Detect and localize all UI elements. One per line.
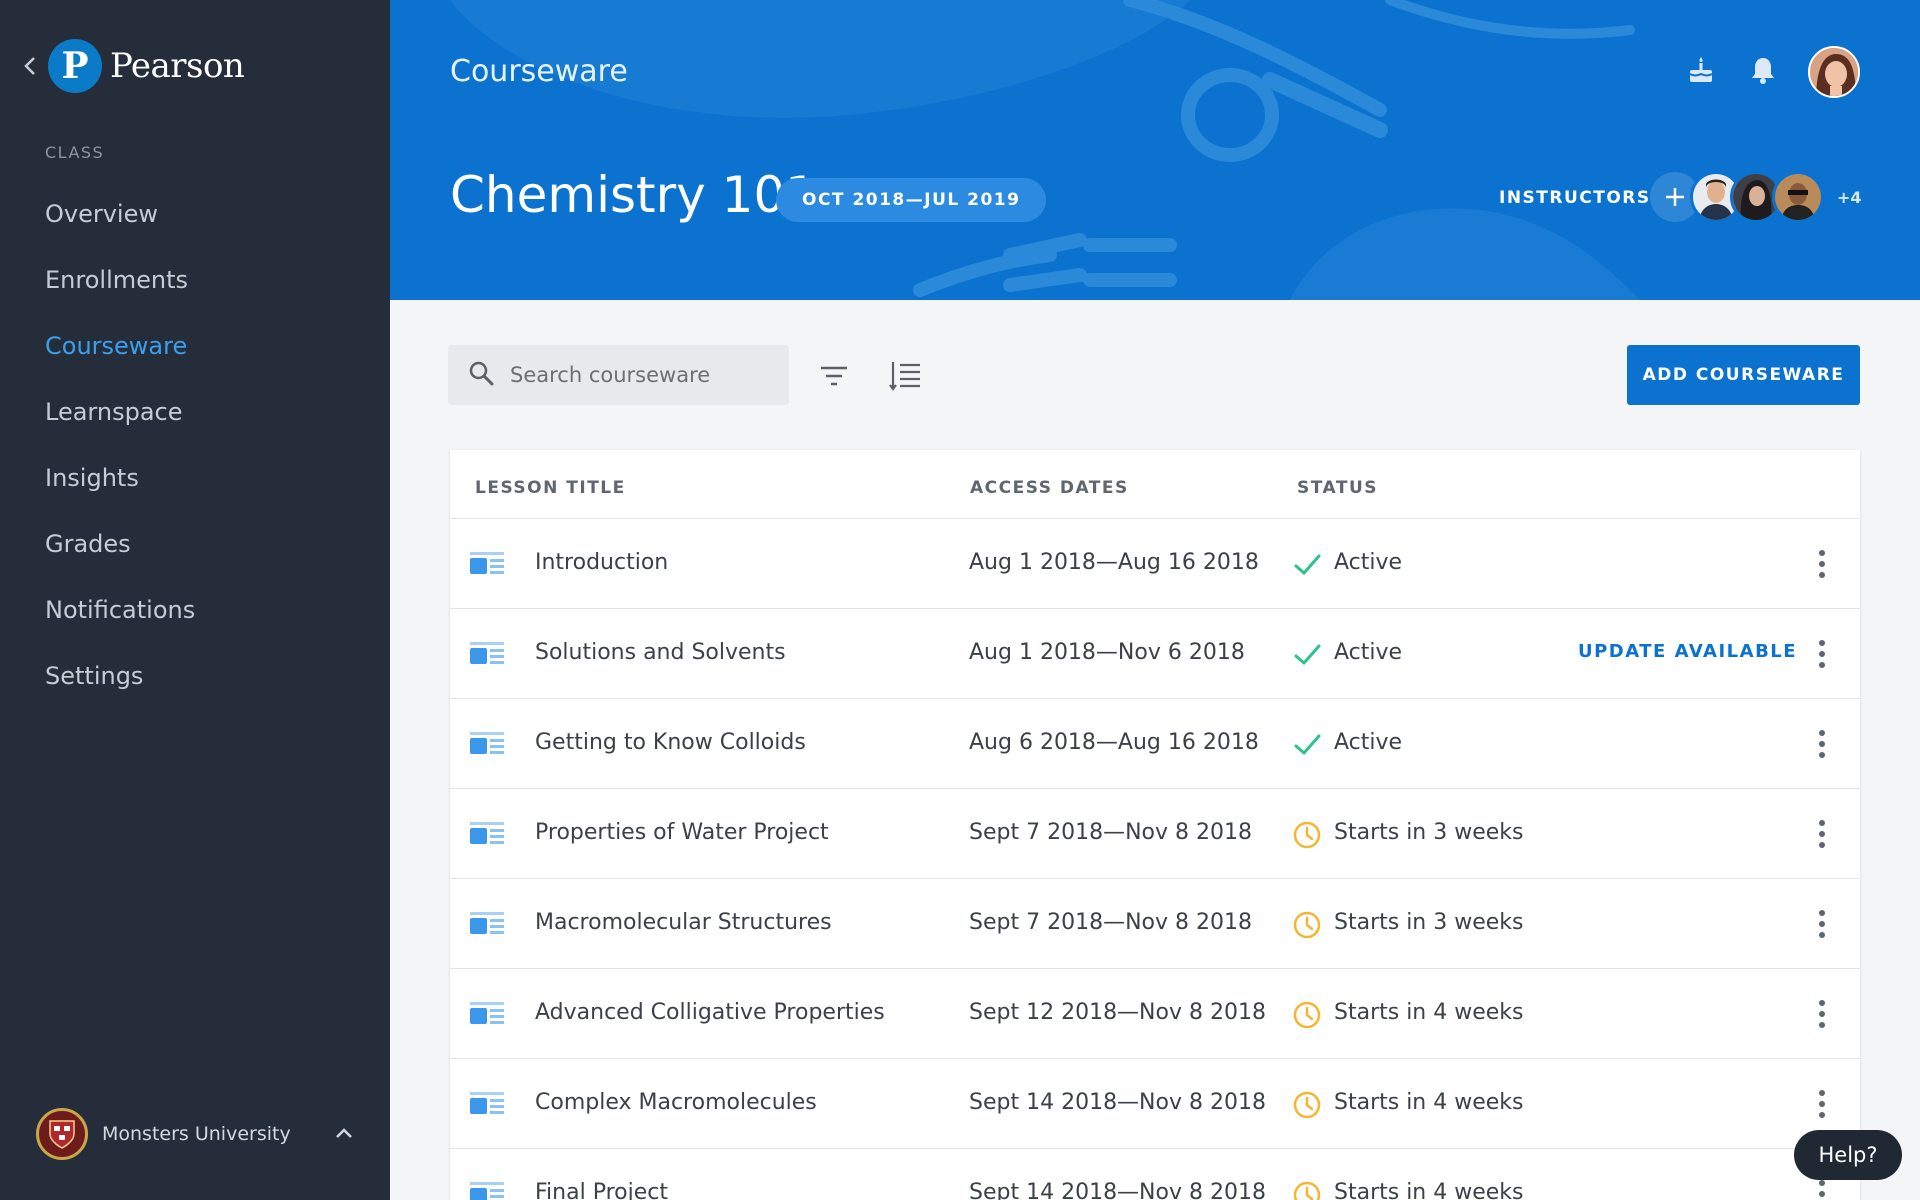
header-decoration — [450, 0, 1640, 300]
check-icon — [1292, 550, 1322, 580]
lesson-icon — [470, 1002, 504, 1026]
kebab-menu-icon[interactable] — [1810, 727, 1834, 761]
lesson-icon — [470, 912, 504, 936]
table-row[interactable]: Getting to Know Colloids Aug 6 2018—Aug … — [450, 698, 1860, 788]
access-dates: Sept 12 2018—Nov 8 2018 — [969, 1000, 1266, 1025]
sidebar-item-insights[interactable]: Insights — [45, 454, 195, 520]
table-row[interactable]: Final Project Sept 14 2018—Nov 8 2018 St… — [450, 1148, 1860, 1200]
kebab-menu-icon[interactable] — [1810, 997, 1834, 1031]
access-dates: Sept 7 2018—Nov 8 2018 — [969, 820, 1252, 845]
pearson-logo[interactable]: P — [48, 39, 102, 93]
table-row[interactable]: Advanced Colligative Properties Sept 12 … — [450, 968, 1860, 1058]
lesson-icon — [470, 552, 504, 576]
status-text: Active — [1334, 550, 1403, 575]
course-title: Chemistry 101 — [450, 166, 818, 224]
lesson-title[interactable]: Properties of Water Project — [535, 820, 829, 845]
table-row[interactable]: Introduction Aug 1 2018—Aug 16 2018 Acti… — [450, 518, 1860, 608]
university-switcher[interactable]: Monsters University — [36, 1108, 356, 1160]
search-input[interactable] — [510, 363, 770, 387]
kebab-menu-icon[interactable] — [1810, 1087, 1834, 1121]
clock-icon — [1292, 820, 1322, 850]
sidebar-item-notifications[interactable]: Notifications — [45, 586, 195, 652]
lesson-title[interactable]: Introduction — [535, 550, 668, 575]
kebab-menu-icon[interactable] — [1810, 817, 1834, 851]
university-name: Monsters University — [102, 1123, 291, 1145]
access-dates: Aug 1 2018—Nov 6 2018 — [969, 640, 1245, 665]
help-button[interactable]: Help? — [1794, 1130, 1902, 1180]
lesson-icon — [470, 822, 504, 846]
sort-icon[interactable] — [887, 358, 923, 394]
check-icon — [1292, 730, 1322, 760]
sidebar: P Pearson CLASS Overview Enrollments Cou… — [0, 0, 390, 1200]
university-crest-icon — [36, 1108, 88, 1160]
kebab-menu-icon[interactable] — [1810, 1177, 1834, 1200]
page-title: Courseware — [450, 54, 628, 89]
access-dates: Sept 7 2018—Nov 8 2018 — [969, 910, 1252, 935]
cake-icon[interactable] — [1683, 52, 1719, 88]
table-row[interactable]: Properties of Water Project Sept 7 2018—… — [450, 788, 1860, 878]
access-dates: Sept 14 2018—Nov 8 2018 — [969, 1180, 1266, 1200]
kebab-menu-icon[interactable] — [1810, 637, 1834, 671]
lesson-title[interactable]: Complex Macromolecules — [535, 1090, 817, 1115]
bell-icon[interactable] — [1745, 52, 1781, 88]
courseware-table: LESSON TITLE ACCESS DATES STATUS Introdu… — [450, 450, 1860, 1200]
status-text: Starts in 3 weeks — [1334, 910, 1524, 935]
sidebar-item-enrollments[interactable]: Enrollments — [45, 256, 195, 322]
course-date-badge: OCT 2018—JUL 2019 — [776, 178, 1047, 222]
status-text: Starts in 4 weeks — [1334, 1000, 1524, 1025]
plus-icon — [1666, 188, 1684, 206]
search-icon — [468, 360, 494, 390]
clock-icon — [1292, 1180, 1322, 1200]
instructors-label: INSTRUCTORS — [1499, 188, 1651, 208]
clock-icon — [1292, 1090, 1322, 1120]
sidebar-item-settings[interactable]: Settings — [45, 652, 195, 718]
status-text: Active — [1334, 640, 1403, 665]
sidebar-item-overview[interactable]: Overview — [45, 190, 195, 256]
update-available-link[interactable]: UPDATE AVAILABLE — [1578, 641, 1797, 662]
lesson-icon — [470, 1182, 504, 1200]
brand: P Pearson — [18, 36, 245, 96]
kebab-menu-icon[interactable] — [1810, 907, 1834, 941]
filter-icon[interactable] — [816, 358, 852, 394]
table-row[interactable]: Macromolecular Structures Sept 7 2018—No… — [450, 878, 1860, 968]
chevron-up-icon[interactable] — [332, 1122, 356, 1146]
status-text: Starts in 4 weeks — [1334, 1180, 1524, 1200]
column-header-status[interactable]: STATUS — [1297, 478, 1378, 498]
section-label: CLASS — [45, 143, 105, 162]
lesson-title[interactable]: Final Project — [535, 1180, 668, 1200]
chevron-left-icon[interactable] — [18, 54, 42, 78]
table-row[interactable]: Complex Macromolecules Sept 14 2018—Nov … — [450, 1058, 1860, 1148]
user-avatar[interactable] — [1808, 46, 1860, 98]
instructor-avatar[interactable] — [1772, 171, 1824, 223]
table-row[interactable]: Solutions and Solvents Aug 1 2018—Nov 6 … — [450, 608, 1860, 698]
more-instructors-count[interactable]: +4 — [1837, 188, 1862, 207]
add-courseware-button[interactable]: ADD COURSEWARE — [1627, 345, 1860, 405]
sidebar-item-courseware[interactable]: Courseware — [45, 322, 195, 388]
lesson-title[interactable]: Solutions and Solvents — [535, 640, 786, 665]
clock-icon — [1292, 1000, 1322, 1030]
lesson-title[interactable]: Advanced Colligative Properties — [535, 1000, 885, 1025]
access-dates: Aug 6 2018—Aug 16 2018 — [969, 730, 1259, 755]
access-dates: Aug 1 2018—Aug 16 2018 — [969, 550, 1259, 575]
sidebar-item-learnspace[interactable]: Learnspace — [45, 388, 195, 454]
check-icon — [1292, 640, 1322, 670]
lesson-title[interactable]: Macromolecular Structures — [535, 910, 832, 935]
kebab-menu-icon[interactable] — [1810, 547, 1834, 581]
sidebar-item-grades[interactable]: Grades — [45, 520, 195, 586]
lesson-icon — [470, 732, 504, 756]
access-dates: Sept 14 2018—Nov 8 2018 — [969, 1090, 1266, 1115]
sidebar-nav: Overview Enrollments Courseware Learnspa… — [45, 190, 195, 718]
status-text: Starts in 4 weeks — [1334, 1090, 1524, 1115]
brand-name: Pearson — [110, 46, 245, 86]
search-box[interactable] — [448, 345, 789, 405]
clock-icon — [1292, 910, 1322, 940]
status-text: Active — [1334, 730, 1403, 755]
column-header-access-dates[interactable]: ACCESS DATES — [970, 478, 1129, 498]
lesson-title[interactable]: Getting to Know Colloids — [535, 730, 806, 755]
lesson-icon — [470, 642, 504, 666]
lesson-icon — [470, 1092, 504, 1116]
column-header-lesson-title[interactable]: LESSON TITLE — [475, 478, 626, 498]
status-text: Starts in 3 weeks — [1334, 820, 1524, 845]
course-header: Courseware Chemistry 101 OCT 2018—JUL 20… — [390, 0, 1920, 300]
